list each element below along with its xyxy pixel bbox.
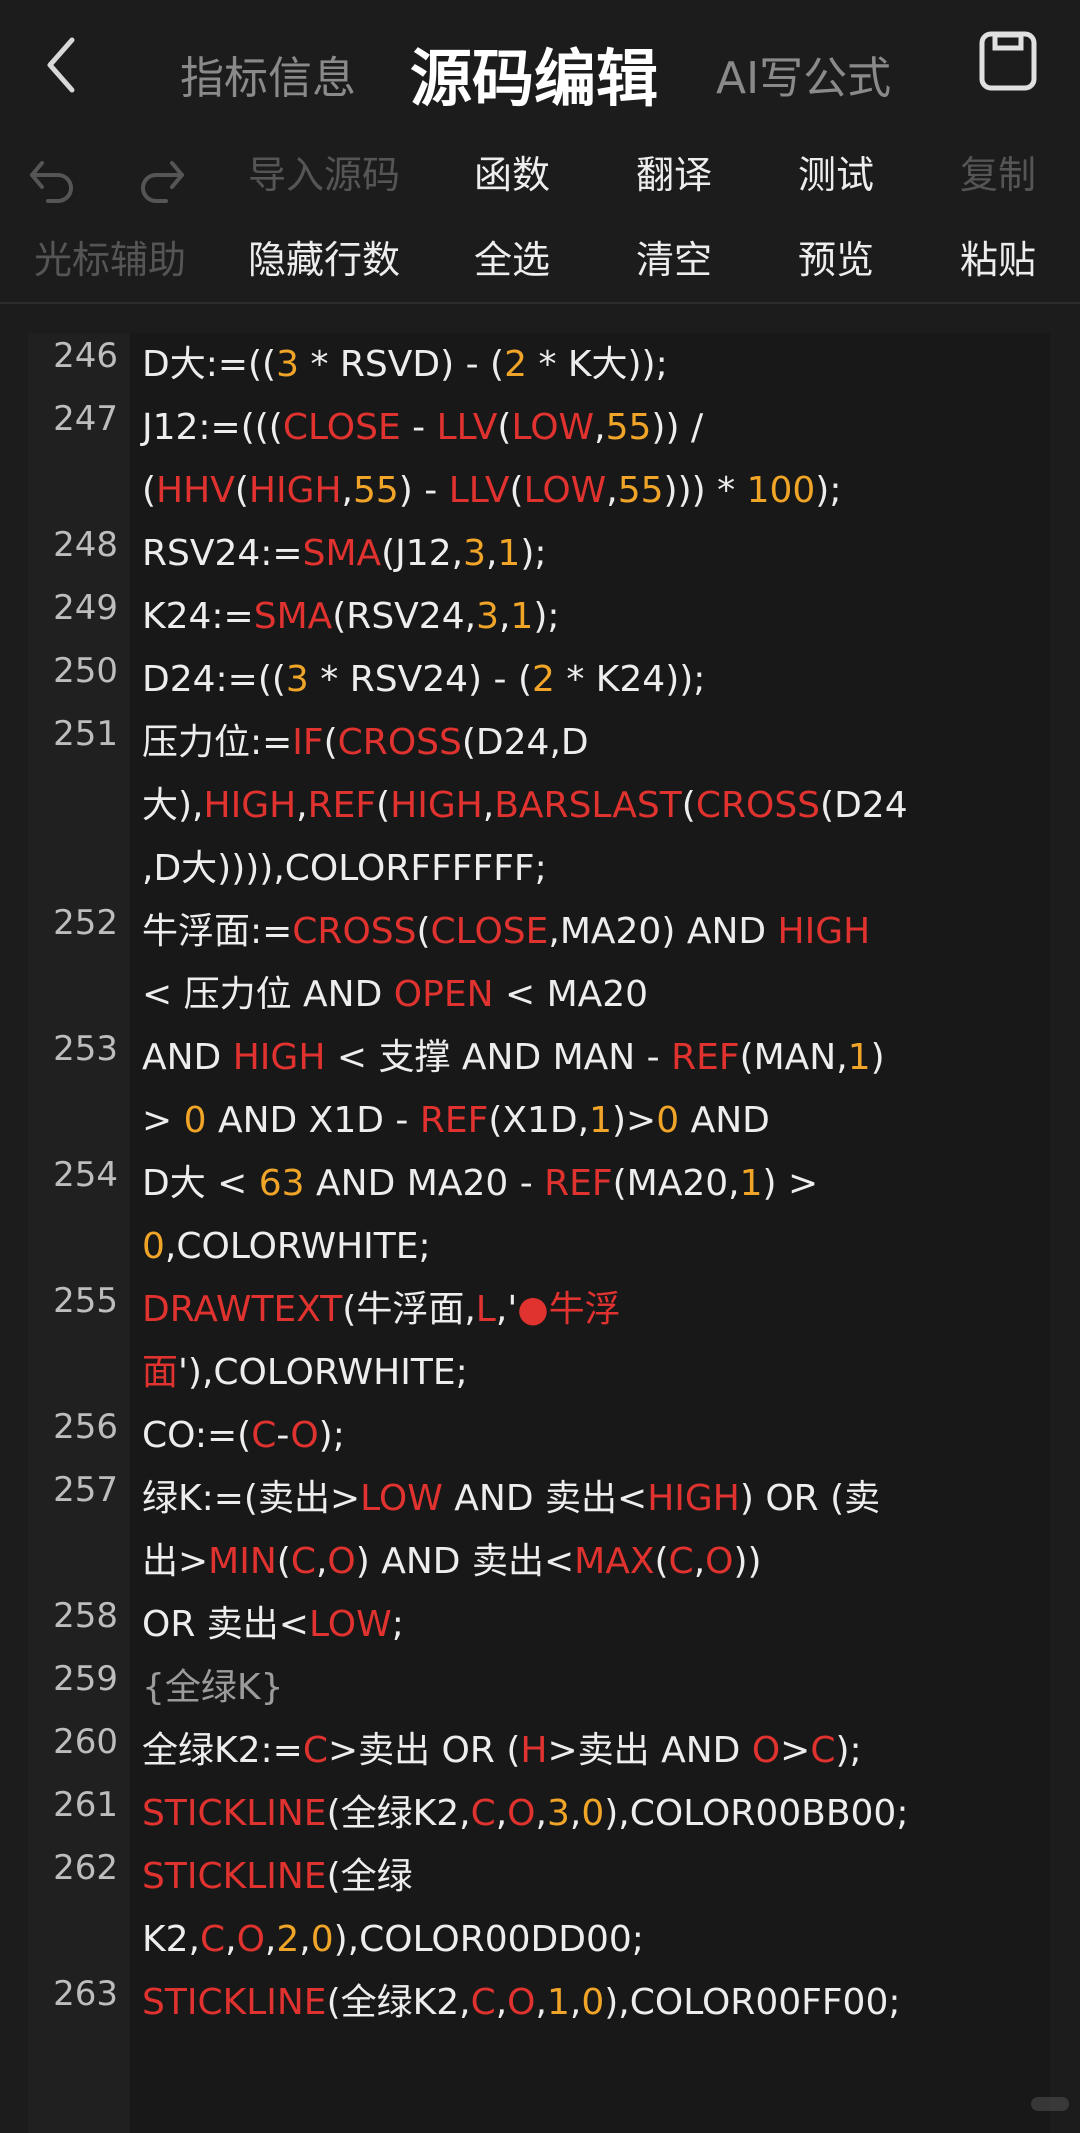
line-number: 255 [53, 1281, 118, 1321]
code-line[interactable]: 257 绿K:=(卖出>LOW AND 卖出<HIGH) OR (卖 出>MIN(C… [28, 1467, 1050, 1593]
line-number: 259 [53, 1659, 118, 1699]
code-text: RSV24:=SMA(J12,3,1); [142, 533, 547, 574]
code-text: OR 卖出<LOW; [142, 1604, 404, 1645]
copy-button[interactable]: 复制 [948, 135, 1048, 215]
code-text: 全绿K2:=C>卖出 OR (H>卖出 AND O>C); [142, 1730, 862, 1771]
code-text: 0,COLORWHITE; [142, 1226, 431, 1267]
line-number: 256 [53, 1407, 118, 1447]
line-number: 248 [53, 525, 118, 565]
code-line[interactable]: 246 D大:=((3 * RSVD) - (2 * K大)); [28, 333, 1050, 396]
code-line[interactable]: 261 STICKLINE(全绿K2,C,O,3,0),COLOR00BB00; [28, 1782, 1050, 1845]
code-text: < 压力位 AND OPEN < MA20 [142, 974, 649, 1015]
save-icon [979, 31, 1037, 91]
toolbar-divider [0, 302, 1080, 304]
code-text: (HHV(HIGH,55) - LLV(LOW,55))) * 100); [142, 470, 842, 511]
code-line[interactable]: 262 STICKLINE(全绿 K2,C,O,2,0),COLOR00DD00; [28, 1845, 1050, 1971]
code-text: J12:=(((CLOSE - LLV(LOW,55)) / [142, 407, 704, 448]
select-all-button[interactable]: 全选 [462, 220, 562, 300]
code-line[interactable]: 254 D大 < 63 AND MA20 - REF(MA20,1) > 0,COL… [28, 1152, 1050, 1278]
code-line[interactable]: 253 AND HIGH < 支撑 AND MAN - REF(MAN,1) > 0… [28, 1026, 1050, 1152]
code-line[interactable]: 259 {全绿K} [28, 1656, 1050, 1719]
hide-line-numbers-button[interactable]: 隐藏行数 [236, 220, 412, 300]
code-text: > 0 AND X1D - REF(X1D,1)>0 AND [142, 1100, 770, 1141]
toolbar-row-1: 导入源码 函数 翻译 测试 复制 [0, 135, 1080, 215]
code-text: D24:=((3 * RSV24) - (2 * K24)); [142, 659, 706, 700]
code-text: D大 < 63 AND MA20 - REF(MA20,1) > [142, 1163, 819, 1204]
code-text: 牛浮面:=CROSS(CLOSE,MA20) AND HIGH [142, 911, 871, 952]
code-text: D大:=((3 * RSVD) - (2 * K大)); [142, 344, 668, 385]
top-bar: 指标信息 源码编辑 AI写公式 [0, 0, 1080, 135]
code-text: 面'),COLORWHITE; [142, 1352, 468, 1393]
cursor-assist-button[interactable]: 光标辅助 [22, 220, 198, 300]
code-text: {全绿K} [142, 1667, 284, 1708]
redo-button[interactable] [132, 135, 192, 215]
undo-icon [30, 161, 73, 203]
tab-indicator-info[interactable]: 指标信息 [180, 42, 356, 106]
line-number: 250 [53, 651, 118, 691]
back-button[interactable] [40, 30, 90, 100]
code-line[interactable]: 260 全绿K2:=C>卖出 OR (H>卖出 AND O>C); [28, 1719, 1050, 1782]
code-text: 绿K:=(卖出>LOW AND 卖出<HIGH) OR (卖 [142, 1478, 881, 1519]
line-number: 263 [53, 1974, 118, 2014]
code-text: STICKLINE(全绿K2,C,O,3,0),COLOR00BB00; [142, 1793, 909, 1834]
code-text: STICKLINE(全绿K2,C,O,1,0),COLOR00FF00; [142, 1982, 901, 2023]
paste-button[interactable]: 粘贴 [948, 220, 1048, 300]
code-line[interactable]: 249 K24:=SMA(RSV24,3,1); [28, 585, 1050, 648]
line-number: 253 [53, 1029, 118, 1069]
code-text: ,D大)))),COLORFFFFFF; [142, 848, 547, 889]
code-text: K24:=SMA(RSV24,3,1); [142, 596, 560, 637]
import-source-button[interactable]: 导入源码 [236, 135, 412, 215]
save-button[interactable] [978, 30, 1038, 92]
code-line[interactable]: 258 OR 卖出<LOW; [28, 1593, 1050, 1656]
code-line[interactable]: 263 STICKLINE(全绿K2,C,O,1,0),COLOR00FF00; [28, 1971, 1050, 2034]
line-number: 249 [53, 588, 118, 628]
code-text: DRAWTEXT(牛浮面,L,'●牛浮 [142, 1289, 621, 1330]
code-line[interactable]: 252 牛浮面:=CROSS(CLOSE,MA20) AND HIGH < 压力位 … [28, 900, 1050, 1026]
code-text: AND HIGH < 支撑 AND MAN - REF(MAN,1) [142, 1037, 885, 1078]
code-editor[interactable]: 246 D大:=((3 * RSVD) - (2 * K大)); 247 J12:=(… [28, 333, 1050, 2133]
undo-button[interactable] [22, 135, 82, 215]
functions-button[interactable]: 函数 [462, 135, 562, 215]
chevron-left-icon [47, 37, 75, 93]
redo-icon [141, 161, 184, 203]
code-text: STICKLINE(全绿 [142, 1856, 413, 1897]
line-number: 262 [53, 1848, 118, 1888]
line-number: 251 [53, 714, 118, 754]
code-line[interactable]: 251 压力位:=IF(CROSS(D24,D 大),HIGH,REF(HIGH,B… [28, 711, 1050, 900]
toolbar-row-2: 光标辅助 隐藏行数 全选 清空 预览 粘贴 [0, 220, 1080, 300]
code-text: K2,C,O,2,0),COLOR00DD00; [142, 1919, 644, 1960]
test-button[interactable]: 测试 [786, 135, 886, 215]
translate-button[interactable]: 翻译 [624, 135, 724, 215]
line-number: 252 [53, 903, 118, 943]
preview-button[interactable]: 预览 [786, 220, 886, 300]
code-line[interactable]: 247 J12:=(((CLOSE - LLV(LOW,55)) / (HHV(HI… [28, 396, 1050, 522]
code-line[interactable]: 255 DRAWTEXT(牛浮面,L,'●牛浮 面'),COLORWHITE; [28, 1278, 1050, 1404]
code-text: 大),HIGH,REF(HIGH,BARSLAST(CROSS(D24 [142, 785, 908, 826]
code-line[interactable]: 250 D24:=((3 * RSV24) - (2 * K24)); [28, 648, 1050, 711]
tab-ai-formula[interactable]: AI写公式 [716, 42, 891, 106]
line-number: 261 [53, 1785, 118, 1825]
code-text: CO:=(C-O); [142, 1415, 345, 1456]
code-line[interactable]: 248 RSV24:=SMA(J12,3,1); [28, 522, 1050, 585]
clear-button[interactable]: 清空 [624, 220, 724, 300]
line-number: 258 [53, 1596, 118, 1636]
line-number: 260 [53, 1722, 118, 1762]
code-line[interactable]: 256 CO:=(C-O); [28, 1404, 1050, 1467]
watermark-icon [1030, 2094, 1070, 2114]
line-number: 257 [53, 1470, 118, 1510]
tab-source-edit[interactable]: 源码编辑 [410, 28, 658, 118]
code-text: 压力位:=IF(CROSS(D24,D [142, 722, 589, 763]
line-number: 246 [53, 336, 118, 376]
line-number: 254 [53, 1155, 118, 1195]
code-text: 出>MIN(C,O) AND 卖出<MAX(C,O)) [142, 1541, 762, 1582]
line-number: 247 [53, 399, 118, 439]
